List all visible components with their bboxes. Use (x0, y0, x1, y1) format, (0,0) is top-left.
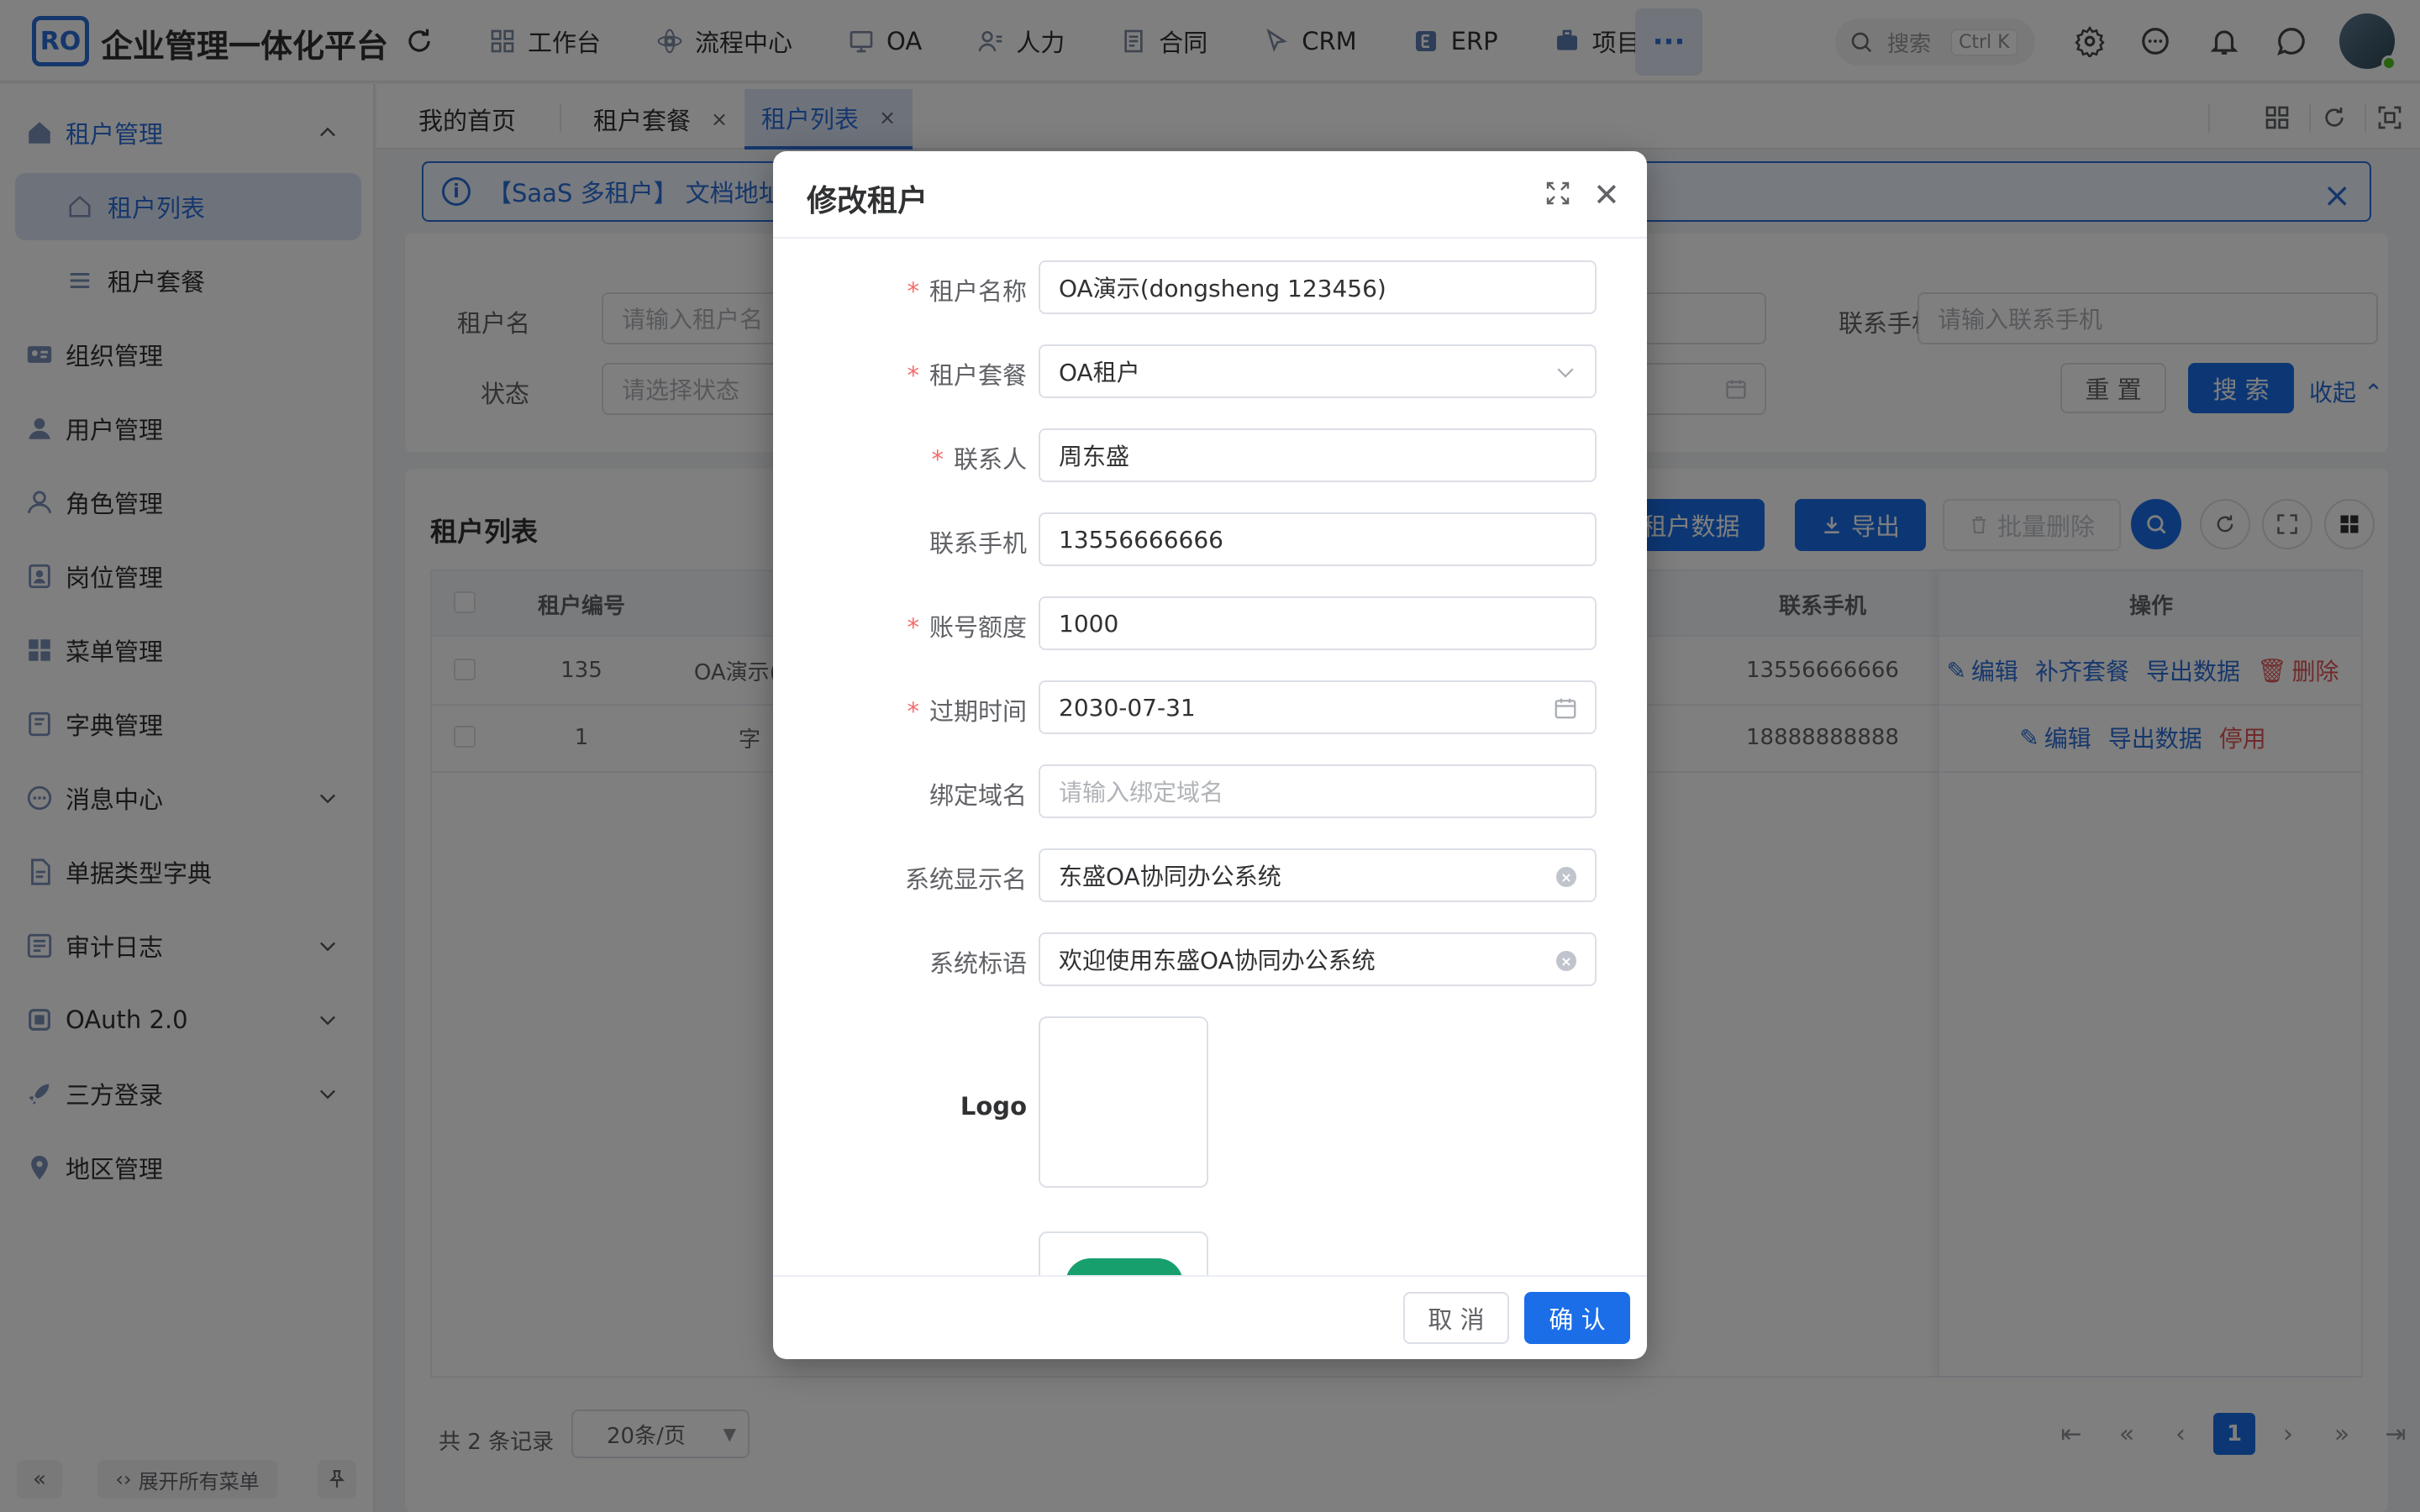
domain-label: 绑定域名 (929, 781, 1027, 810)
system-slogan-value: 欢迎使用东盛OA协同办公系统 (1059, 947, 1376, 974)
contact-label: * 联系人 (931, 440, 1027, 475)
dialog-footer-divider (773, 1275, 1647, 1277)
expire-date-picker[interactable]: 2030-07-31 (1039, 680, 1597, 734)
expire-value: 2030-07-31 (1059, 693, 1196, 722)
logo-upload[interactable] (1039, 1016, 1208, 1188)
edit-tenant-dialog: 修改租户 ✕ * 租户名称 OA演示(dongsheng 123456) * 租户套… (773, 151, 1647, 1359)
package-label: * 租户套餐 (907, 356, 1027, 391)
quota-input[interactable]: 1000 (1039, 596, 1597, 650)
system-slogan-input[interactable]: 欢迎使用东盛OA协同办公系统 × (1039, 932, 1597, 986)
phone-input[interactable]: 13556666666 (1039, 512, 1597, 566)
contact-input[interactable]: 周东盛 (1039, 428, 1597, 482)
calendar-icon (1555, 698, 1576, 719)
system-name-input[interactable]: 东盛OA协同办公系统 × (1039, 848, 1597, 902)
expire-label: * 过期时间 (907, 692, 1027, 727)
label-text: 租户套餐 (929, 361, 1027, 390)
required-mark: * (907, 361, 919, 390)
confirm-button[interactable]: 确 认 (1524, 1292, 1630, 1344)
clear-icon[interactable]: × (1556, 951, 1576, 971)
domain-input[interactable]: 请输入绑定域名 (1039, 764, 1597, 818)
required-mark: * (907, 277, 919, 306)
label-text: 过期时间 (929, 697, 1027, 726)
label-text: 租户名称 (929, 277, 1027, 306)
system-name-label: 系统显示名 (904, 865, 1027, 894)
close-icon[interactable]: ✕ (1593, 176, 1620, 213)
clear-icon[interactable]: × (1556, 867, 1576, 887)
required-mark: * (907, 613, 919, 642)
package-value: OA租户 (1059, 359, 1140, 386)
dialog-title: 修改租户 (807, 184, 929, 218)
phone-label: 联系手机 (929, 529, 1027, 558)
quota-label: * 账号额度 (907, 608, 1027, 643)
tenant-name-input[interactable]: OA演示(dongsheng 123456) (1039, 260, 1597, 314)
image-preview (1065, 1258, 1183, 1275)
dialog-header-divider (773, 237, 1647, 239)
label-text: 账号额度 (929, 613, 1027, 642)
required-mark: * (931, 445, 944, 474)
system-name-value: 东盛OA协同办公系统 (1059, 863, 1281, 890)
maximize-icon[interactable] (1544, 180, 1571, 207)
logo-label: Logo (960, 1092, 1027, 1121)
package-select[interactable]: OA租户 (1039, 344, 1597, 398)
label-text: 联系人 (953, 445, 1027, 474)
system-slogan-label: 系统标语 (929, 949, 1027, 978)
tenant-name-label: * 租户名称 (907, 272, 1027, 307)
chevron-down-icon (1557, 368, 1574, 378)
cancel-button[interactable]: 取 消 (1403, 1292, 1509, 1344)
image-upload[interactable] (1039, 1231, 1208, 1275)
required-mark: * (907, 697, 919, 726)
